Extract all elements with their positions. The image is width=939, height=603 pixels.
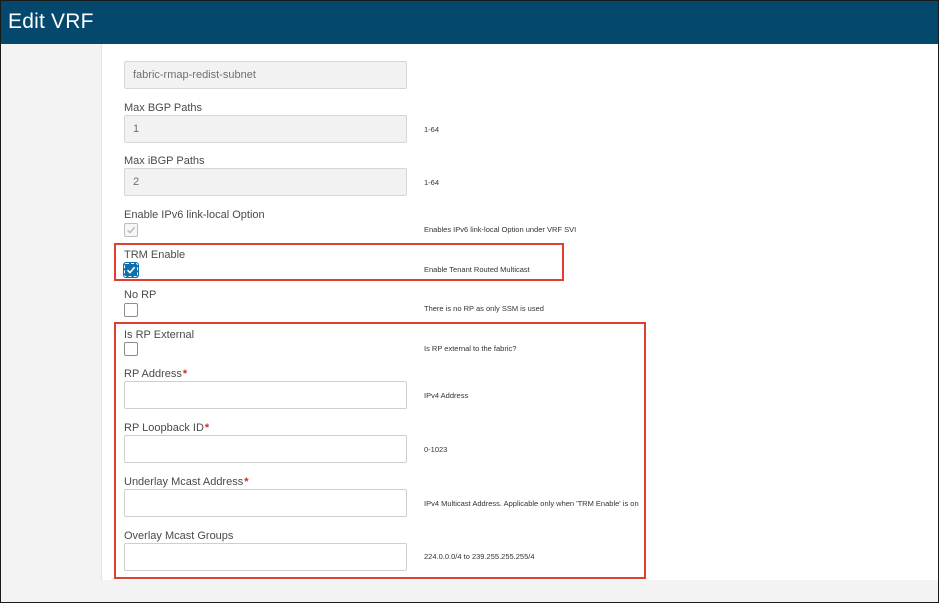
max-ibgp-paths-hint: 1-64 xyxy=(424,178,440,187)
trm-enable-label: TRM Enable xyxy=(124,249,186,261)
rp-address-hint: IPv4 Address xyxy=(424,391,469,400)
max-bgp-paths-field: 1 xyxy=(124,115,407,143)
route-map-field: fabric-rmap-redist-subnet xyxy=(124,61,407,89)
checkmark-icon xyxy=(127,226,136,234)
no-rp-label: No RP xyxy=(124,289,157,301)
no-rp-checkbox[interactable] xyxy=(124,303,138,317)
rp-address-label: RP Address* xyxy=(124,368,188,380)
rp-loopback-id-hint: 0-1023 xyxy=(424,445,448,454)
max-bgp-paths-hint: 1-64 xyxy=(424,125,440,134)
is-rp-external-label: Is RP External xyxy=(124,329,195,341)
underlay-mcast-address-hint: IPv4 Multicast Address. Applicable only … xyxy=(424,499,639,508)
rp-loopback-id-input[interactable] xyxy=(124,435,407,463)
checkmark-icon xyxy=(126,266,136,274)
trm-enable-checkbox[interactable] xyxy=(123,262,139,278)
underlay-mcast-address-label: Underlay Mcast Address* xyxy=(124,476,249,488)
required-asterisk: * xyxy=(182,368,188,380)
dialog-header: Edit VRF xyxy=(1,1,938,44)
is-rp-external-hint: Is RP external to the fabric? xyxy=(424,344,517,353)
underlay-mcast-address-input[interactable] xyxy=(124,489,407,517)
edit-vrf-dialog: Edit VRF fabric-rmap-redist-subnet Max B… xyxy=(0,0,939,603)
rp-address-input[interactable] xyxy=(124,381,407,409)
max-bgp-paths-label: Max BGP Paths xyxy=(124,102,203,114)
required-asterisk: * xyxy=(244,476,249,488)
max-ibgp-paths-field: 2 xyxy=(124,168,407,196)
no-rp-hint: There is no RP as only SSM is used xyxy=(424,304,544,313)
max-ibgp-paths-label: Max iBGP Paths xyxy=(124,155,205,167)
required-asterisk: * xyxy=(204,422,210,434)
trm-enable-hint: Enable Tenant Routed Multicast xyxy=(424,265,530,274)
ipv6-link-local-checkbox xyxy=(124,223,138,237)
overlay-mcast-groups-hint: 224.0.0.0/4 to 239.255.255.255/4 xyxy=(424,552,535,561)
rp-loopback-id-label: RP Loopback ID* xyxy=(124,422,210,434)
overlay-mcast-groups-input[interactable] xyxy=(124,543,407,571)
ipv6-link-local-hint: Enables IPv6 link-local Option under VRF… xyxy=(424,225,577,234)
dialog-title: Edit VRF xyxy=(8,10,94,33)
is-rp-external-checkbox[interactable] xyxy=(124,342,138,356)
overlay-mcast-groups-label: Overlay Mcast Groups xyxy=(124,530,234,542)
ipv6-link-local-label: Enable IPv6 link-local Option xyxy=(124,209,265,221)
